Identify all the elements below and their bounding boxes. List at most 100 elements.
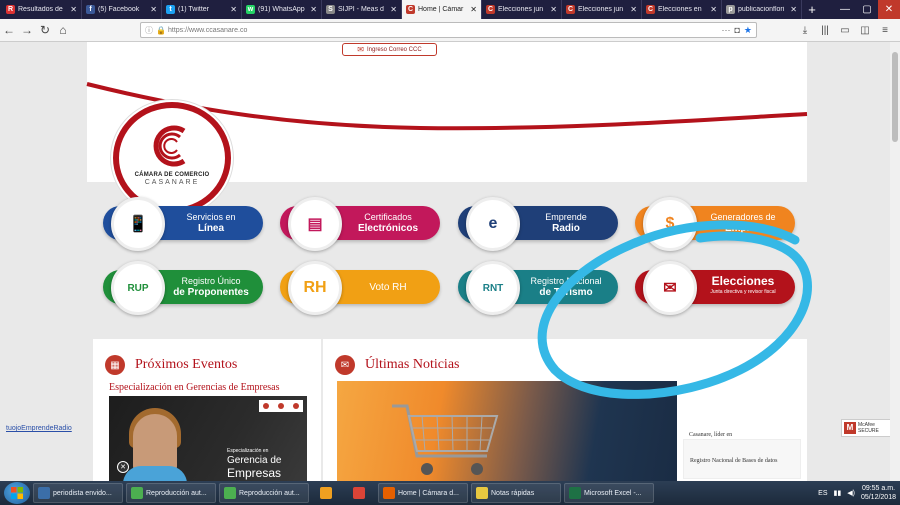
volume-icon[interactable]: ◀) (847, 489, 855, 497)
download-icon[interactable]: ⤓ (798, 22, 812, 38)
windows-logo-icon (11, 487, 23, 499)
tab-strip: R Resultados de ✕ f (5) Facebook ✕ t (1) Twitte… (0, 0, 900, 19)
new-tab-button[interactable]: + (802, 0, 822, 19)
info-icon[interactable]: ⓘ (145, 25, 153, 36)
logo-title: CÁMARA DE COMERCIO (134, 171, 210, 178)
sidebar-icon[interactable]: ▭ (838, 22, 852, 38)
menu-icon[interactable]: ≡ (878, 22, 892, 38)
event-banner-image[interactable]: Especialización en Gerencia de Empresas … (109, 396, 307, 481)
mcafee-badge[interactable]: M McAfee SECURE (841, 419, 891, 437)
close-tab-icon[interactable]: ✕ (710, 5, 717, 14)
taskbar-item[interactable] (312, 483, 342, 503)
taskbar-item[interactable]: Home | Cámara d... (378, 483, 468, 503)
network-icon[interactable]: ▮▮ (834, 489, 842, 497)
screenshot-icon[interactable]: ◫ (858, 22, 872, 38)
taskbar-item[interactable]: Notas rápidas (471, 483, 561, 503)
service-button-certificate[interactable]: ▤ Certificados Electrónicos (280, 197, 440, 251)
tab-title: Home | Cámar (418, 6, 464, 13)
tab-title: Elecciones jun (578, 6, 624, 13)
logo-subtitle: CASANARE (144, 178, 200, 186)
library-icon[interactable]: ||| (818, 22, 832, 38)
browser-tab[interactable]: w (91) WhatsApp ✕ (242, 0, 322, 19)
close-tab-icon[interactable]: ✕ (470, 5, 477, 14)
rh-icon: RH (288, 261, 342, 315)
events-panel: ▦ Próximos Eventos Especialización en Ge… (93, 339, 321, 481)
close-window-button[interactable]: ✕ (878, 0, 900, 19)
service-label-line2: Electrónicos (357, 223, 419, 234)
calendar-icon: ▦ (105, 355, 125, 375)
events-title: Próximos Eventos (135, 357, 238, 372)
browser-tab[interactable]: p publicacionflori ✕ (722, 0, 802, 19)
app-icon (476, 487, 488, 499)
close-tab-icon[interactable]: ✕ (70, 5, 77, 14)
close-tab-icon[interactable]: ✕ (230, 5, 237, 14)
taskbar-item[interactable]: Reproducción aut... (219, 483, 309, 503)
service-label-line1: Elecciones (711, 274, 775, 288)
close-tab-icon[interactable]: ✕ (150, 5, 157, 14)
service-button-phone[interactable]: 📱 Servicios en Línea (103, 197, 263, 251)
service-label-line1: Servicios en (186, 212, 236, 222)
browser-tab[interactable]: C Elecciones jun ✕ (482, 0, 562, 19)
taskbar-item[interactable]: Reproducción aut... (126, 483, 216, 503)
close-circle-icon[interactable]: ✕ (117, 461, 129, 473)
home-icon[interactable]: ⌂ (54, 21, 72, 39)
taskbar-item[interactable]: Microsoft Excel -... (564, 483, 654, 503)
os-taskbar: periodista envido... Reproducción aut... R… (0, 481, 900, 505)
taskbar-item[interactable]: periodista envido... (33, 483, 123, 503)
maximize-button[interactable]: ▢ (856, 0, 878, 19)
service-button-rnt[interactable]: RNT Registro Nacional de Turismo (458, 261, 618, 315)
service-button-radio[interactable]: e Emprende Radio (458, 197, 618, 251)
mail-login-button[interactable]: ✉ Ingreso Correo CCC (342, 43, 437, 56)
close-tab-icon[interactable]: ✕ (310, 5, 317, 14)
tab-title: SIJPI - Meas d (338, 6, 384, 13)
app-icon (131, 487, 143, 499)
favicon-icon: w (246, 5, 255, 14)
service-label-line2: Línea (197, 223, 225, 234)
event-link[interactable]: Especialización en Gerencias de Empresas (109, 382, 279, 393)
phone-icon: 📱 (111, 197, 165, 251)
news-image[interactable] (337, 381, 677, 481)
browser-tab[interactable]: f (5) Facebook ✕ (82, 0, 162, 19)
browser-tab[interactable]: C Elecciones jun ✕ (562, 0, 642, 19)
status-link[interactable]: tuojoEmprendeRadio (6, 425, 72, 432)
browser-tab[interactable]: C Elecciones en ✕ (642, 0, 722, 19)
close-tab-icon[interactable]: ✕ (390, 5, 397, 14)
service-button-rup[interactable]: RUP Registro Único de Proponentes (103, 261, 263, 315)
service-label-line2: de Turismo (539, 287, 593, 298)
vertical-scrollbar[interactable] (890, 42, 900, 481)
news-side-item[interactable]: Casanare, líder en (683, 379, 801, 438)
reload-icon[interactable]: ↻ (36, 21, 54, 39)
minimize-button[interactable]: — (834, 0, 856, 19)
close-tab-icon[interactable]: ✕ (630, 5, 637, 14)
forward-icon[interactable]: → (18, 21, 36, 39)
close-tab-icon[interactable]: ✕ (790, 5, 797, 14)
pocket-icon[interactable]: ◘ (734, 25, 739, 35)
service-button-rh[interactable]: RH Voto RH (280, 261, 440, 315)
news-side-text: Registro Nacional de Bases de datos (690, 458, 778, 464)
url-text[interactable]: https://www.ccasanare.co (168, 27, 247, 34)
start-button[interactable] (4, 482, 30, 504)
browser-tab[interactable]: C Home | Cámar ✕ (402, 0, 482, 19)
browser-tab[interactable]: R Resultados de ✕ (2, 0, 82, 19)
service-button-money[interactable]: $ Generadores de Empleo (635, 197, 795, 251)
back-icon[interactable]: ← (0, 21, 18, 39)
system-tray: ES ▮▮ ◀) 09:55 a.m. 05/12/2018 (818, 481, 896, 505)
address-bar[interactable]: ⓘ 🔒 https://www.ccasanare.co ··· ◘ ★ (140, 22, 757, 38)
language-indicator[interactable]: ES (818, 490, 827, 497)
favicon-icon: R (6, 5, 15, 14)
close-tab-icon[interactable]: ✕ (550, 5, 557, 14)
bookmark-star-icon[interactable]: ★ (744, 25, 752, 36)
clock[interactable]: 09:55 a.m. 05/12/2018 (861, 484, 896, 502)
scrollbar-thumb[interactable] (892, 52, 898, 142)
news-header: ✉ Últimas Noticias (335, 355, 460, 375)
banner-face (133, 414, 177, 474)
certificate-icon: ▤ (288, 197, 342, 251)
mcafee-shield-icon: M (844, 422, 856, 434)
page-actions-icon[interactable]: ··· (721, 25, 730, 35)
app-icon (352, 487, 365, 499)
browser-tab[interactable]: t (1) Twitter ✕ (162, 0, 242, 19)
taskbar-item[interactable] (345, 483, 375, 503)
news-side-card[interactable]: Registro Nacional de Bases de datos (683, 439, 801, 479)
browser-tab[interactable]: S SIJPI - Meas d ✕ (322, 0, 402, 19)
service-button-ballot[interactable]: ✉ Elecciones Junta directiva y revisor fis… (635, 261, 795, 315)
